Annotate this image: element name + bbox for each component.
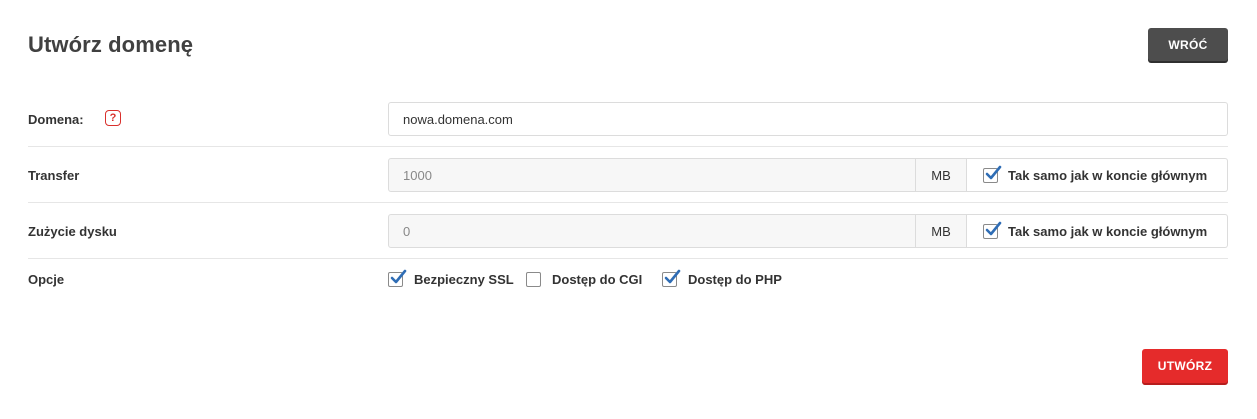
create-button[interactable]: UTWÓRZ	[1142, 349, 1228, 383]
checkmark-icon	[985, 221, 1002, 235]
transfer-same-option[interactable]: Tak samo jak w koncie głównym	[967, 158, 1228, 192]
option-cgi[interactable]: Dostęp do CGI	[526, 272, 642, 287]
disk-same-checkbox[interactable]	[983, 221, 1002, 239]
checkmark-icon	[390, 269, 407, 284]
disk-label: Zużycie dysku	[28, 224, 117, 239]
divider	[28, 258, 1228, 259]
cgi-label: Dostęp do CGI	[552, 272, 643, 287]
ssl-label: Bezpieczny SSL	[414, 272, 514, 287]
php-label: Dostęp do PHP	[688, 272, 782, 287]
disk-same-option[interactable]: Tak samo jak w koncie głównym	[967, 214, 1228, 248]
page-title: Utwórz domenę	[28, 32, 194, 57]
help-icon[interactable]: ?	[105, 110, 121, 126]
divider	[28, 146, 1228, 147]
transfer-unit: MB	[916, 158, 967, 192]
checkmark-icon	[664, 269, 681, 284]
php-checkbox[interactable]	[662, 269, 681, 287]
disk-unit: MB	[916, 214, 967, 248]
domain-label: Domena:	[28, 112, 84, 127]
disk-input[interactable]: 0	[388, 214, 916, 248]
option-php[interactable]: Dostęp do PHP	[662, 269, 782, 287]
transfer-input[interactable]: 1000	[388, 158, 916, 192]
cgi-checkbox[interactable]	[526, 272, 541, 287]
transfer-same-checkbox[interactable]	[983, 165, 1002, 183]
transfer-same-label: Tak samo jak w koncie głównym	[1008, 167, 1208, 183]
divider	[28, 202, 1228, 203]
transfer-label: Transfer	[28, 168, 80, 183]
options-label: Opcje	[28, 272, 65, 287]
domain-input[interactable]: nowa.domena.com	[388, 102, 1228, 136]
disk-same-label: Tak samo jak w koncie głównym	[1008, 223, 1208, 239]
option-ssl[interactable]: Bezpieczny SSL	[388, 269, 514, 287]
checkmark-icon	[985, 165, 1002, 179]
ssl-checkbox[interactable]	[388, 269, 407, 287]
back-button[interactable]: WRÓĆ	[1148, 28, 1228, 61]
